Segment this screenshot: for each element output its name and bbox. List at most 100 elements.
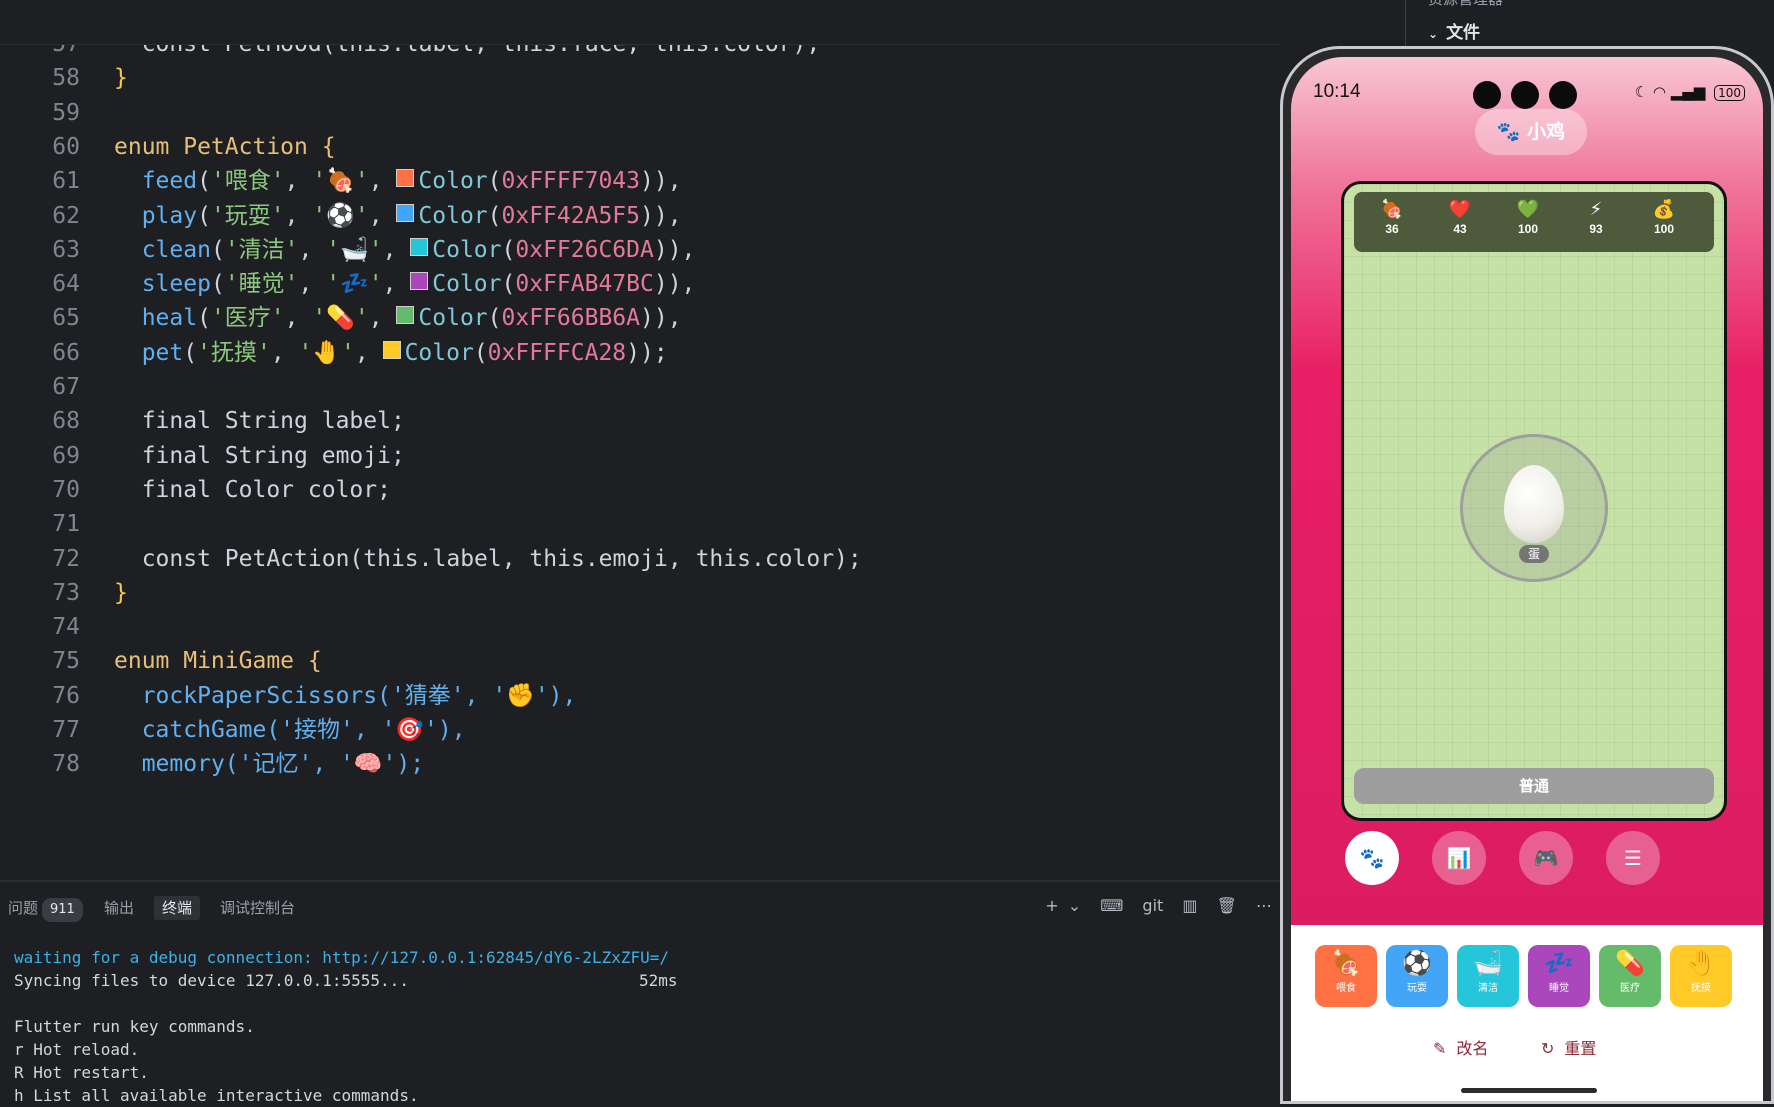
code-line[interactable]: 67	[0, 368, 1280, 407]
clean-button[interactable]: 🛁 清洁	[1457, 945, 1519, 1007]
pet-play-area[interactable]: 🍖 36 ❤️ 43 💚 100 ⚡ 93 💰 100 蛋 普通	[1341, 181, 1727, 821]
code-punct: (	[210, 271, 225, 298]
code-token: enum PetAction {	[114, 133, 336, 160]
paw-icon: 🐾	[1496, 121, 1521, 143]
tab-problems-label: 问题	[8, 899, 39, 917]
code-punct: (	[501, 271, 516, 298]
terminal-output[interactable]: waiting for a debug connection: http://1…	[14, 946, 677, 1107]
code-punct: ,	[270, 339, 299, 366]
nav-stats-button[interactable]: 📊	[1432, 831, 1486, 885]
code-punct: ,	[368, 305, 397, 332]
split-terminal-icon[interactable]: ▥	[1182, 896, 1197, 915]
zzz-icon: 💤	[1544, 949, 1574, 977]
code-line[interactable]: 60 enum PetAction {	[0, 128, 1280, 167]
code-line[interactable]: 77 catchGame('接物', '🎯'),	[0, 711, 1280, 750]
money-bag-icon: 💰	[1652, 199, 1676, 220]
pet-avatar[interactable]: 蛋	[1460, 434, 1608, 582]
feed-button[interactable]: 🍖 喂食	[1315, 945, 1377, 1007]
code-line[interactable]: 70 final Color color;	[0, 471, 1280, 510]
pet-label: 抚摸	[1691, 983, 1711, 994]
code-line[interactable]: 64 sleep('睡觉', '💤', Color(0xFFAB47BC)),	[0, 265, 1280, 304]
code-punct: )),	[653, 236, 696, 263]
camera-icon	[1549, 81, 1577, 109]
reset-button[interactable]: ↻ 重置	[1541, 1035, 1596, 1059]
color-swatch[interactable]	[396, 306, 415, 325]
tab-debug-console[interactable]: 调试控制台	[220, 896, 295, 920]
code-line[interactable]: 61 feed('喂食', '🍖', Color(0xFFFF7043)),	[0, 162, 1280, 201]
code-token: '清洁'	[224, 236, 299, 263]
code-token: '抚摸'	[197, 339, 271, 366]
pet-name: 小鸡	[1527, 121, 1566, 143]
code-line[interactable]: 65 heal('医疗', '💊', Color(0xFF66BB6A)),	[0, 299, 1280, 338]
code-punct: Color	[418, 168, 488, 195]
home-indicator[interactable]	[1461, 1088, 1597, 1093]
line-number: 61	[52, 168, 80, 195]
new-terminal-button[interactable]: +	[1045, 896, 1058, 915]
code-line[interactable]: 71	[0, 505, 1280, 544]
green-heart-icon: 💚	[1516, 199, 1540, 220]
code-line[interactable]: 63 clean('清洁', '🛁', Color(0xFF26C6DA)),	[0, 231, 1280, 270]
code-token: '🛁'	[326, 236, 383, 263]
color-swatch[interactable]	[396, 169, 415, 188]
code-punct: (	[487, 305, 502, 332]
code-line[interactable]: 73}	[0, 574, 1280, 613]
code-token: heal	[141, 305, 198, 332]
nav-pet-button[interactable]: 🐾	[1345, 831, 1399, 885]
code-line[interactable]: 78 memory('记忆', '🧠');	[0, 745, 1280, 784]
nav-list-button[interactable]: ☰	[1606, 831, 1660, 885]
signal-icon: ▂▄▆	[1670, 83, 1706, 101]
code-line[interactable]: 59	[0, 94, 1280, 133]
clean-label: 清洁	[1478, 983, 1498, 994]
tab-problems[interactable]: 问题 911	[8, 896, 83, 922]
explorer-files-section[interactable]: ⌄ 文件	[1428, 18, 1480, 43]
tab-output[interactable]: 输出	[104, 896, 134, 920]
code-token: 0xFF42A5F5	[501, 202, 640, 229]
line-number: 70	[52, 476, 80, 503]
pet-name-pill[interactable]: 🐾 小鸡	[1475, 109, 1587, 155]
stat-energy: ⚡ 93	[1566, 198, 1626, 236]
debug-url-link[interactable]: http://127.0.0.1:62845/dY6-2LZxZFU=/	[322, 948, 669, 967]
color-swatch[interactable]	[396, 203, 415, 222]
more-actions-icon[interactable]: ⋯	[1256, 896, 1272, 915]
wifi-icon: ◠	[1652, 83, 1666, 101]
tab-terminal[interactable]: 终端	[154, 896, 201, 920]
code-punct: Color	[418, 202, 488, 229]
terminal-profile-button[interactable]: ⌨ git	[1100, 896, 1163, 915]
code-line[interactable]: 75 enum MiniGame {	[0, 642, 1280, 681]
terminal-dropdown-chevron-icon[interactable]: ⌄	[1068, 896, 1081, 915]
kill-terminal-icon[interactable]: 🗑	[1217, 896, 1237, 915]
color-swatch[interactable]	[382, 340, 401, 359]
line-number: 62	[52, 202, 80, 229]
code-text: final Color color;	[114, 471, 391, 510]
pet-button[interactable]: 🤚 抚摸	[1670, 945, 1732, 1007]
color-swatch[interactable]	[410, 237, 429, 256]
code-line[interactable]: 74	[0, 608, 1280, 647]
sticky-scroll-header[interactable]: enum PetMood {	[0, 0, 1280, 45]
code-line[interactable]: 72 const PetAction(this.label, this.emoj…	[0, 540, 1280, 579]
code-line[interactable]: 62 play('玩耍', '⚽', Color(0xFF42A5F5)),	[0, 197, 1280, 236]
stat-hunger: 🍖 36	[1362, 198, 1422, 236]
moon-icon: ☾	[1634, 83, 1649, 101]
code-line[interactable]: 69 final String emoji;	[0, 437, 1280, 476]
chevron-down-icon: ⌄	[1428, 27, 1439, 41]
sheet-links: ✎ 改名 ↻ 重置	[1291, 1035, 1763, 1065]
code-punct: (	[487, 168, 502, 195]
rename-button[interactable]: ✎ 改名	[1433, 1035, 1488, 1059]
explorer-strip: 资源管理器 ⌄ 文件	[1388, 0, 1774, 50]
code-text: const PetAction(this.label, this.emoji, …	[114, 540, 862, 579]
stat-energy-value: 93	[1589, 222, 1603, 236]
code-punct: (	[473, 339, 488, 366]
code-line[interactable]: 66 pet('抚摸', '🤚', Color(0xFFFFCA28));	[0, 334, 1280, 373]
color-swatch[interactable]	[410, 272, 429, 291]
code-punct: ,	[354, 339, 383, 366]
heal-button[interactable]: 💊 医疗	[1599, 945, 1661, 1007]
play-button[interactable]: ⚽ 玩耍	[1386, 945, 1448, 1007]
code-punct: (	[487, 202, 502, 229]
sleep-button[interactable]: 💤 睡觉	[1528, 945, 1590, 1007]
code-editor[interactable]: enum PetMood { 57 const PetMood(this.lab…	[0, 0, 1280, 880]
nav-games-button[interactable]: 🎮	[1519, 831, 1573, 885]
code-line[interactable]: 58}	[0, 59, 1280, 98]
code-line[interactable]: 68 final String label;	[0, 402, 1280, 441]
phone-emulator: 10:14 ☾ ◠ ▂▄▆ 100 🐾 小鸡 🍖 36 ❤️ 43 💚 100 ⚡ 93…	[1280, 46, 1774, 1104]
code-line[interactable]: 76 rockPaperScissors('猜拳', '✊'),	[0, 677, 1280, 716]
